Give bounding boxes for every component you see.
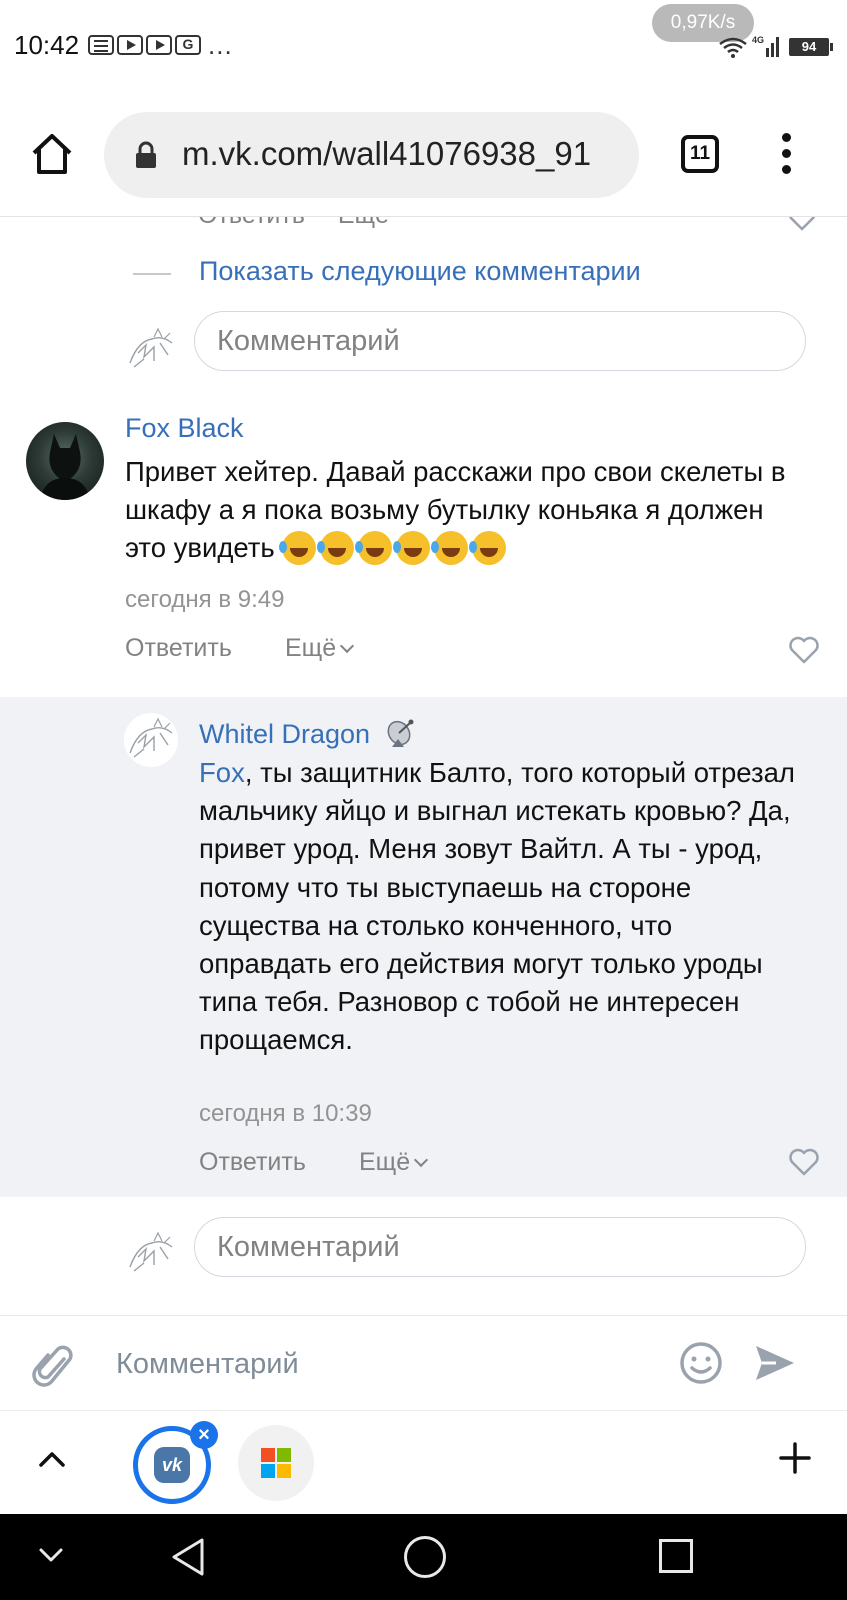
comment-input[interactable] [194, 311, 806, 371]
show-more-comments-link[interactable]: Показать следующие комментарии [199, 256, 641, 287]
chevron-down-icon[interactable] [38, 1546, 64, 1564]
like-heart-icon[interactable] [788, 217, 816, 231]
dragon-sketch-icon [129, 717, 173, 758]
comment-input-field[interactable] [195, 1218, 805, 1276]
home-circle-icon[interactable] [404, 1536, 446, 1578]
laughing-emoji-row [279, 531, 510, 569]
browser-tab-bar: vk × [0, 1410, 847, 1514]
browser-toolbar: m.vk.com/wall41076938_91 11 [0, 95, 847, 217]
comment-author[interactable]: Whitel Dragon [199, 715, 418, 750]
chevron-down-icon [414, 1152, 429, 1168]
rofl-emoji-icon [279, 531, 317, 566]
tab-switcher-button[interactable]: 11 [681, 135, 719, 173]
avatar[interactable] [124, 713, 178, 767]
emoji-smile-icon[interactable] [678, 1340, 724, 1386]
attachment-clip-icon[interactable] [30, 1341, 76, 1391]
network-type-label: 4G [752, 35, 764, 45]
status-bar: 10:42 G ... 0,97K/s 4G 94 [0, 0, 847, 95]
send-icon[interactable] [752, 1340, 798, 1386]
comment-text: Fox, ты защитник Балто, того который отр… [199, 754, 809, 1060]
play-icon [146, 35, 172, 55]
rofl-emoji-icon [393, 531, 431, 566]
url-bar[interactable]: m.vk.com/wall41076938_91 [104, 112, 639, 198]
reply-button[interactable]: Ответить [199, 1148, 306, 1177]
lock-icon [136, 141, 156, 168]
author-name: Whitel Dragon [199, 719, 371, 749]
system-nav-bar [0, 1514, 847, 1600]
comment-body: , ты защитник Балто, того который отреза… [199, 757, 795, 1056]
comment-time: сегодня в 9:49 [125, 586, 285, 613]
more-button[interactable]: Ещё [359, 1148, 429, 1177]
chevron-down-icon [340, 638, 355, 654]
document-icon [88, 35, 114, 55]
more-label: Ещё [285, 634, 337, 662]
home-icon[interactable] [29, 131, 75, 177]
comment-author[interactable]: Fox Black [125, 413, 244, 444]
chevron-up-icon[interactable] [38, 1449, 66, 1469]
cut-off-actions: Ответить Ещё [198, 217, 389, 230]
comment-time: сегодня в 10:39 [199, 1100, 372, 1127]
comment-text: Привет хейтер. Давай расскажи про свои с… [125, 453, 805, 569]
wifi-icon [719, 37, 747, 58]
rofl-emoji-icon [469, 531, 507, 566]
like-heart-icon[interactable] [789, 1148, 819, 1176]
ge-icon: G [175, 35, 201, 55]
add-tab-icon[interactable] [778, 1441, 812, 1475]
recent-apps-icon[interactable] [659, 1539, 693, 1573]
tab-vk[interactable]: vk × [133, 1421, 218, 1504]
microsoft-logo-icon [261, 1448, 291, 1478]
dragon-sketch-icon [129, 1231, 173, 1272]
comments-feed: Ответить Ещё Показать следующие коммента… [0, 217, 847, 1315]
battery-indicator: 94 [789, 38, 833, 56]
more-button[interactable]: Ещё [285, 634, 355, 663]
signal-icon: 4G [752, 35, 779, 57]
satellite-dish-icon [387, 719, 414, 747]
status-time: 10:42 [14, 30, 80, 60]
tab-microsoft[interactable] [238, 1425, 314, 1501]
browser-menu-icon[interactable] [779, 133, 793, 177]
more-label: Ещё [359, 1148, 411, 1176]
url-text: m.vk.com/wall41076938_91 [182, 135, 592, 172]
back-icon[interactable] [168, 1536, 208, 1578]
reply-button[interactable]: Ответить [125, 634, 232, 663]
avatar [124, 1227, 178, 1281]
wolf-avatar-icon [40, 434, 90, 500]
reply-comment: Whitel Dragon Fox, ты защитник Балто, то… [0, 697, 847, 1197]
mention-link[interactable]: Fox [199, 757, 245, 788]
rofl-emoji-icon [355, 531, 393, 566]
rofl-emoji-icon [317, 531, 355, 566]
status-more: ... [208, 30, 233, 60]
close-tab-icon[interactable]: × [190, 1421, 218, 1449]
play-icon [117, 35, 143, 55]
compose-bar [0, 1315, 847, 1410]
more-button[interactable]: Ещё [338, 217, 389, 229]
vk-logo-icon: vk [154, 1447, 190, 1483]
rofl-emoji-icon [431, 531, 469, 566]
avatar [124, 323, 178, 377]
comment-input[interactable] [194, 1217, 806, 1277]
dragon-sketch-icon [129, 327, 173, 368]
reply-button[interactable]: Ответить [198, 217, 305, 229]
avatar[interactable] [26, 422, 104, 500]
comment-input-field[interactable] [195, 312, 805, 370]
thread-line [133, 273, 171, 275]
like-heart-icon[interactable] [789, 636, 819, 664]
notification-icons: G [88, 35, 201, 55]
compose-input[interactable] [116, 1336, 656, 1392]
